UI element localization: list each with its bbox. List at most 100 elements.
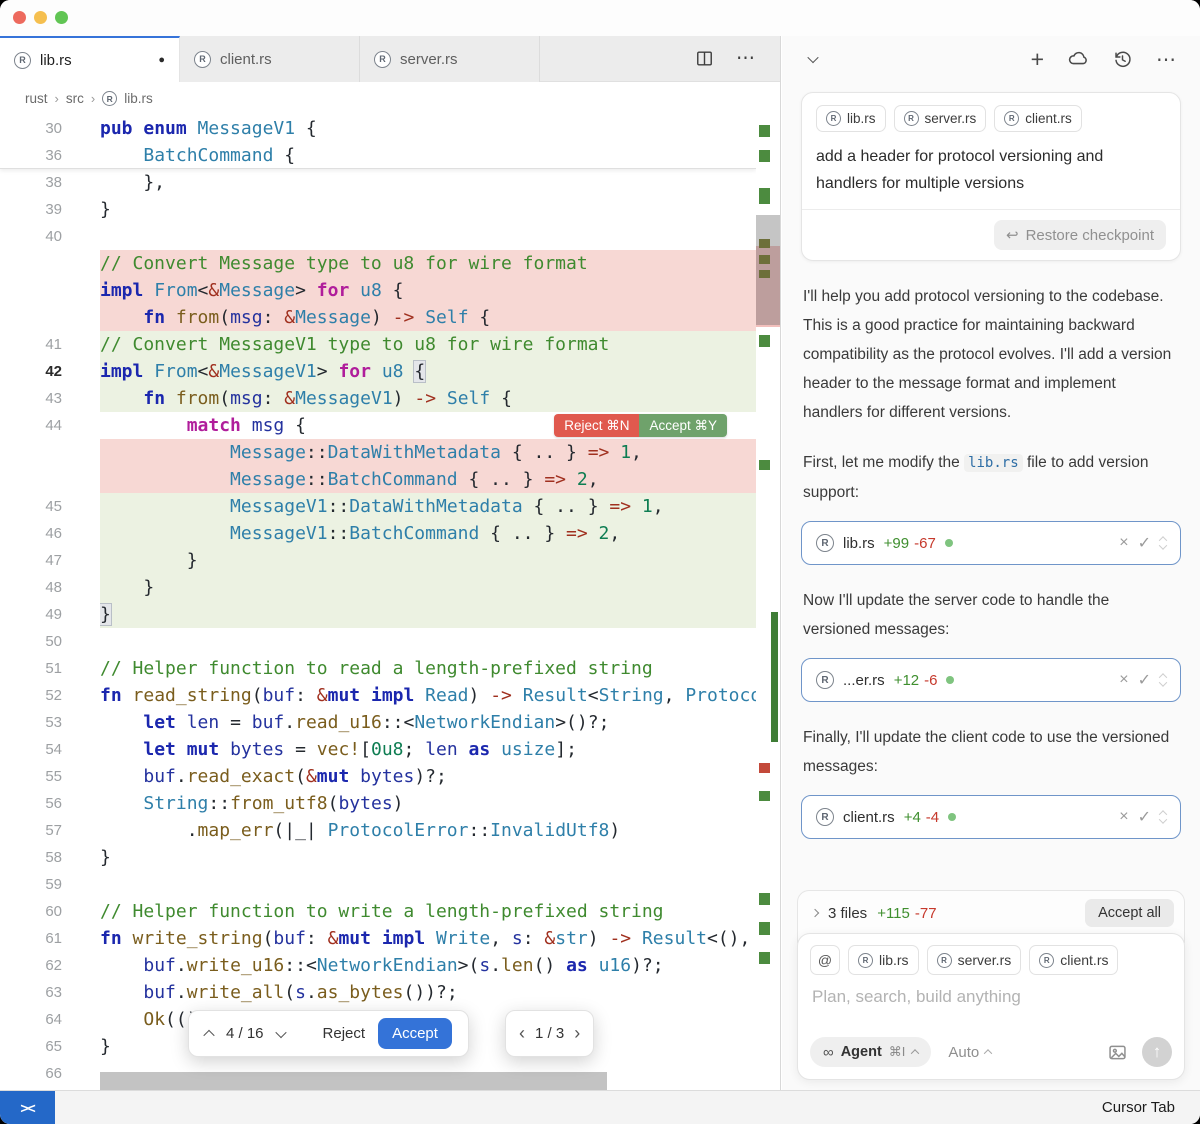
assistant-paragraph: I'll help you add protocol versioning to…: [803, 282, 1179, 427]
diff-marker: [759, 335, 770, 347]
code-line[interactable]: 43 fn from(msg: &MessageV1) -> Self {: [0, 385, 756, 412]
chat-composer[interactable]: @ Rlib.rs Rserver.rsRclient.rs Plan, searc…: [797, 933, 1185, 1080]
split-editor-icon[interactable]: [695, 49, 714, 68]
accept-button[interactable]: Accept: [378, 1018, 452, 1049]
remote-indicator[interactable]: ><: [0, 1091, 55, 1124]
reject-button[interactable]: Reject: [323, 1025, 366, 1042]
chat-collapse-icon[interactable]: [807, 52, 818, 63]
accept-file-icon[interactable]: ✓: [1138, 670, 1151, 690]
code-line[interactable]: 56 String::from_utf8(bytes): [0, 790, 756, 817]
minimize-window-button[interactable]: [34, 11, 47, 24]
expand-diff-icon[interactable]: [1160, 810, 1166, 824]
reject-file-icon[interactable]: ×: [1119, 671, 1128, 689]
breadcrumb-folder[interactable]: src: [66, 91, 84, 106]
editor-more-icon[interactable]: ⋯: [736, 47, 756, 70]
code-line[interactable]: 46 MessageV1::BatchCommand { .. } => 2,: [0, 520, 756, 547]
code-line[interactable]: 39 }: [0, 196, 756, 223]
code-line[interactable]: 42 impl From<&MessageV1> for u8 {: [0, 358, 756, 385]
line-number: 44: [0, 412, 100, 439]
file-diff-card[interactable]: R...er.rs +12 -6 × ✓: [801, 658, 1181, 702]
history-icon[interactable]: [1112, 49, 1133, 70]
context-chip-client.rs[interactable]: Rclient.rs: [1029, 945, 1118, 975]
files-changed-count: 3 files: [828, 905, 867, 922]
send-button[interactable]: ↑: [1142, 1037, 1172, 1067]
code-line[interactable]: 50: [0, 628, 756, 655]
inline-reject-button[interactable]: Reject ⌘N: [554, 414, 639, 437]
code-line[interactable]: 40: [0, 223, 756, 250]
prev-diff-icon[interactable]: [203, 1029, 214, 1040]
expand-diff-icon[interactable]: [1160, 536, 1166, 550]
code-line[interactable]: 61 fn write_string(buf: &mut impl Write,…: [0, 925, 756, 952]
composer-input[interactable]: Plan, search, build anything: [812, 987, 1170, 1007]
tab-client.rs[interactable]: Rclient.rs: [180, 36, 360, 82]
attach-image-icon[interactable]: [1107, 1042, 1128, 1063]
selection-highlight-bar: [100, 1072, 607, 1090]
context-chip-lib.rs[interactable]: Rlib.rs: [848, 945, 919, 975]
new-chat-icon[interactable]: +: [1031, 46, 1044, 73]
expand-files-icon[interactable]: [811, 909, 819, 917]
code-line[interactable]: 57 .map_err(|_| ProtocolError::InvalidUt…: [0, 817, 756, 844]
code-line[interactable]: 60 // Helper function to write a length-…: [0, 898, 756, 925]
file-diff-card[interactable]: Rclient.rs +4 -4 × ✓: [801, 795, 1181, 839]
code-line[interactable]: fn from(msg: &Message) -> Self {: [0, 304, 756, 331]
pager-next-icon[interactable]: ›: [574, 1023, 580, 1044]
reject-file-icon[interactable]: ×: [1119, 534, 1128, 552]
code-line[interactable]: 63 buf.write_all(s.as_bytes())?;: [0, 979, 756, 1006]
file-pager: ‹ 1 / 3 ›: [505, 1010, 594, 1057]
tab-server.rs[interactable]: Rserver.rs: [360, 36, 540, 82]
breadcrumb-folder[interactable]: rust: [25, 91, 48, 106]
model-selector[interactable]: Auto: [948, 1044, 991, 1061]
overview-ruler[interactable]: [756, 115, 780, 1090]
file-chip-server.rs[interactable]: Rserver.rs: [894, 105, 987, 132]
expand-diff-icon[interactable]: [1160, 673, 1166, 687]
mention-button[interactable]: @: [810, 945, 840, 975]
reject-file-icon[interactable]: ×: [1119, 808, 1128, 826]
code-line[interactable]: 59: [0, 871, 756, 898]
line-number: 48: [0, 574, 100, 601]
code-line[interactable]: 58 }: [0, 844, 756, 871]
code-line[interactable]: 53 let len = buf.read_u16::<NetworkEndia…: [0, 709, 756, 736]
cursor-tab-status[interactable]: Cursor Tab: [1102, 1099, 1200, 1116]
sticky-line[interactable]: 30pub enum MessageV1 {: [0, 115, 756, 142]
sticky-scroll[interactable]: 30pub enum MessageV1 { 36 BatchCommand {: [0, 115, 756, 169]
code-line[interactable]: Message::BatchCommand { .. } => 2,: [0, 466, 756, 493]
accept-file-icon[interactable]: ✓: [1138, 533, 1151, 553]
code-line[interactable]: 62 buf.write_u16::<NetworkEndian>(s.len(…: [0, 952, 756, 979]
chat-more-icon[interactable]: ⋯: [1156, 47, 1176, 72]
zoom-window-button[interactable]: [55, 11, 68, 24]
code-line[interactable]: 45 MessageV1::DataWithMetadata { .. } =>…: [0, 493, 756, 520]
code-line[interactable]: 47 }: [0, 547, 756, 574]
inline-accept-button[interactable]: Accept ⌘Y: [639, 414, 727, 437]
code-line[interactable]: 44 match msg { Reject ⌘N Accept ⌘Y: [0, 412, 756, 439]
restore-checkpoint-button[interactable]: ↩ Restore checkpoint: [994, 220, 1166, 250]
tab-lib.rs[interactable]: Rlib.rs ●: [0, 36, 180, 82]
code-line[interactable]: 55 buf.read_exact(&mut bytes)?;: [0, 763, 756, 790]
code-line[interactable]: 52 fn read_string(buf: &mut impl Read) -…: [0, 682, 756, 709]
code-line[interactable]: impl From<&Message> for u8 {: [0, 277, 756, 304]
code-line[interactable]: 48 }: [0, 574, 756, 601]
code-line[interactable]: Message::DataWithMetadata { .. } => 1,: [0, 439, 756, 466]
pager-prev-icon[interactable]: ‹: [519, 1023, 525, 1044]
sticky-line[interactable]: 36 BatchCommand {: [0, 142, 756, 169]
agent-mode-selector[interactable]: ∞ Agent ⌘I: [810, 1037, 931, 1067]
breadcrumb-file[interactable]: lib.rs: [124, 91, 153, 106]
accept-file-icon[interactable]: ✓: [1138, 807, 1151, 827]
line-number: [0, 277, 100, 304]
code-line[interactable]: 41 // Convert MessageV1 type to u8 for w…: [0, 331, 756, 358]
context-chip-server.rs[interactable]: Rserver.rs: [927, 945, 1022, 975]
code-line[interactable]: 38 },: [0, 169, 756, 196]
cloud-icon[interactable]: [1067, 48, 1089, 70]
code-line[interactable]: // Convert Message type to u8 for wire f…: [0, 250, 756, 277]
code-line[interactable]: 54 let mut bytes = vec![0u8; len as usiz…: [0, 736, 756, 763]
file-chip-client.rs[interactable]: Rclient.rs: [994, 105, 1082, 132]
code-line[interactable]: 49 }: [0, 601, 756, 628]
file-diff-card[interactable]: Rlib.rs +99 -67 × ✓: [801, 521, 1181, 565]
line-number: 62: [0, 952, 100, 979]
file-chip-lib.rs[interactable]: Rlib.rs: [816, 105, 886, 132]
code-editor[interactable]: 30pub enum MessageV1 { 36 BatchCommand {…: [0, 115, 780, 1090]
next-diff-icon[interactable]: [275, 1026, 286, 1037]
total-additions: +115: [877, 905, 910, 922]
accept-all-button[interactable]: Accept all: [1085, 899, 1174, 927]
code-line[interactable]: 51 // Helper function to read a length-p…: [0, 655, 756, 682]
close-window-button[interactable]: [13, 11, 26, 24]
